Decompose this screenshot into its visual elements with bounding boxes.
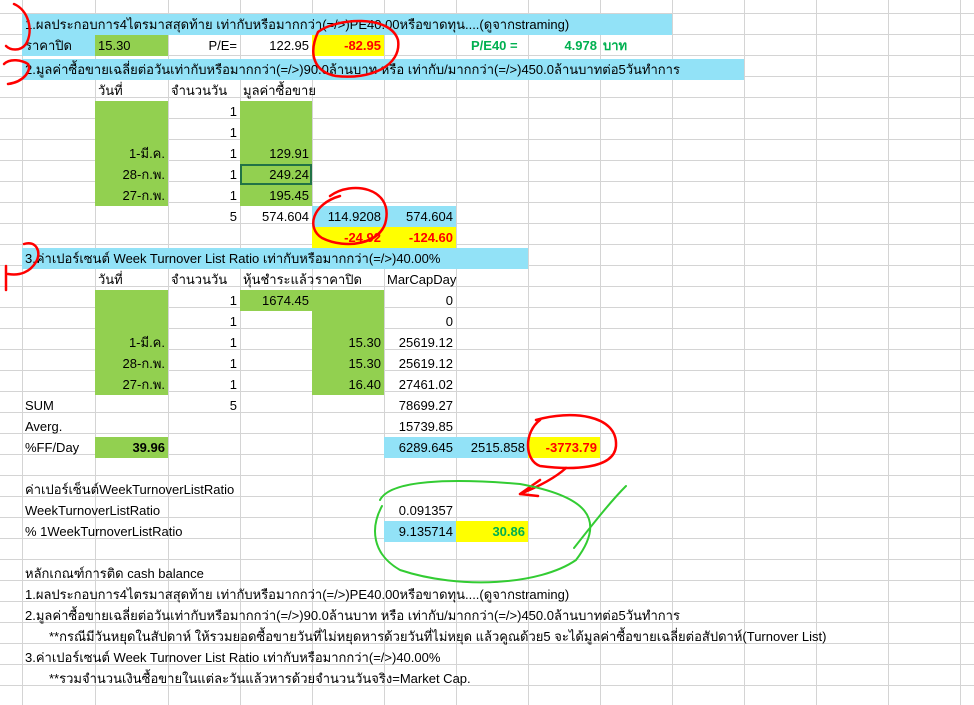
sec3-sum-mcap[interactable]: 78699.27 xyxy=(384,395,456,416)
sec2-col-value[interactable]: มูลค่าซื้อขาย xyxy=(240,80,340,101)
sec2-sum-value[interactable]: 574.604 xyxy=(240,206,312,227)
pe40-unit[interactable]: บาท xyxy=(600,35,672,56)
sec2-row2-value[interactable] xyxy=(240,122,312,143)
sec2-row5-days[interactable]: 1 xyxy=(168,185,240,206)
sec3-row5-date[interactable]: 27-ก.พ. xyxy=(95,374,168,395)
sec2-sum-value2[interactable]: 574.604 xyxy=(384,206,456,227)
criteria-line2[interactable]: 2.มูลค่าซื้อขายเฉลี่ยต่อวันเท่ากับหรือมา… xyxy=(22,605,822,626)
red-arrow xyxy=(518,466,568,498)
pe-diff-value[interactable]: -82.95 xyxy=(312,35,384,56)
pe-label[interactable]: P/E= xyxy=(168,35,240,56)
sec3-row1-close[interactable] xyxy=(312,290,384,311)
sec3-row3-mcap[interactable]: 25619.12 xyxy=(384,332,456,353)
sec3-row5-days[interactable]: 1 xyxy=(168,374,240,395)
sec3-row4-close[interactable]: 15.30 xyxy=(312,353,384,374)
sec2-row5-value[interactable]: 195.45 xyxy=(240,185,312,206)
sec3-row4-date[interactable]: 28-ก.พ. xyxy=(95,353,168,374)
sec3-row5-shares[interactable] xyxy=(240,374,312,395)
sec3-row5-close[interactable]: 16.40 xyxy=(312,374,384,395)
pe40-value[interactable]: 4.978 xyxy=(528,35,600,56)
sec3-avg-mcap[interactable]: 15739.85 xyxy=(384,416,456,437)
sec2-row1-days[interactable]: 1 xyxy=(168,101,240,122)
sec2-row3-value[interactable]: 129.91 xyxy=(240,143,312,164)
criteria-line1[interactable]: 1.ผลประกอบการ4ไตรมาสสุดท้าย เท่ากับหรือม… xyxy=(22,584,722,605)
sec3-col-shares[interactable]: หุ้นชำระแล้ว xyxy=(240,269,314,290)
ratio-value1[interactable]: 0.091357 xyxy=(384,500,456,521)
sec2-row4-date[interactable]: 28-ก.พ. xyxy=(95,164,168,185)
sec3-col-close[interactable]: ราคาปิด xyxy=(312,269,384,290)
sec3-sum-days[interactable]: 5 xyxy=(168,395,240,416)
pe-value[interactable]: 122.95 xyxy=(240,35,312,56)
sec2-row3-date[interactable]: 1-มี.ค. xyxy=(95,143,168,164)
sec2-row1-date[interactable] xyxy=(95,101,168,122)
sec3-ff-v1[interactable]: 6289.645 xyxy=(384,437,456,458)
sec3-row5-mcap[interactable]: 27461.02 xyxy=(384,374,456,395)
sec3-avg-label[interactable]: Averg. xyxy=(22,416,95,437)
sec3-ff-v2[interactable]: 2515.858 xyxy=(456,437,528,458)
sec2-row2-date[interactable] xyxy=(95,122,168,143)
sec2-diff1[interactable]: -24.92 xyxy=(312,227,384,248)
sec3-row1-date[interactable] xyxy=(95,290,168,311)
sec3-row2-date[interactable] xyxy=(95,311,168,332)
sec2-row5-date[interactable]: 27-ก.พ. xyxy=(95,185,168,206)
criteria-note2[interactable]: **กรณีมีวันหยุดในสัปดาห์ ให้รวมยอดซื้อขา… xyxy=(46,626,966,647)
sec3-row4-shares[interactable] xyxy=(240,353,312,374)
sec3-ff-value[interactable]: 39.96 xyxy=(95,437,168,458)
ratio-target[interactable]: 30.86 xyxy=(456,521,528,542)
ratio-label1[interactable]: WeekTurnoverListRatio xyxy=(22,500,222,521)
sec2-row2-days[interactable]: 1 xyxy=(168,122,240,143)
ratio-label2[interactable]: % 1WeekTurnoverListRatio xyxy=(22,521,222,542)
section1-title[interactable]: 1.ผลประกอบการ4ไตรมาสสุดท้าย เท่ากับหรือม… xyxy=(22,14,672,35)
ratio-value2[interactable]: 9.135714 xyxy=(384,521,456,542)
sec3-row1-mcap[interactable]: 0 xyxy=(384,290,456,311)
sec3-row2-close[interactable] xyxy=(312,311,384,332)
sec3-sum-label[interactable]: SUM xyxy=(22,395,95,416)
ratio-header[interactable]: ค่าเปอร์เซ็นต์WeekTurnoverListRatio xyxy=(22,479,322,500)
close-price-label[interactable]: ราคาปิด xyxy=(22,35,95,56)
sec3-row1-shares[interactable]: 1674.45 xyxy=(240,290,312,311)
criteria-note3[interactable]: **รวมจำนวนเงินซื้อขายในแต่ละวันแล้วหารด้… xyxy=(46,668,746,689)
sec3-row4-days[interactable]: 1 xyxy=(168,353,240,374)
sec3-row3-date[interactable]: 1-มี.ค. xyxy=(95,332,168,353)
sec2-row4-days[interactable]: 1 xyxy=(168,164,240,185)
sec3-row1-days[interactable]: 1 xyxy=(168,290,240,311)
sec3-row2-shares[interactable] xyxy=(240,311,312,332)
sec3-ff-label[interactable]: %FF/Day xyxy=(22,437,95,458)
criteria-header[interactable]: หลักเกณฑ์การติด cash balance xyxy=(22,563,322,584)
sec2-row4-value-selected-cell[interactable]: 249.24 xyxy=(240,164,312,185)
sec3-row2-mcap[interactable]: 0 xyxy=(384,311,456,332)
sec2-avg-value[interactable]: 114.9208 xyxy=(312,206,384,227)
close-price-value[interactable]: 15.30 xyxy=(95,35,168,56)
sec3-row3-shares[interactable] xyxy=(240,332,312,353)
section2-title[interactable]: 2.มูลค่าซื้อขายเฉลี่ยต่อวันเท่ากับหรือมา… xyxy=(22,59,744,80)
sec2-diff2[interactable]: -124.60 xyxy=(384,227,456,248)
sec2-col-date[interactable]: วันที่ xyxy=(95,80,168,101)
sec3-row3-close[interactable]: 15.30 xyxy=(312,332,384,353)
sec2-col-days[interactable]: จำนวนวัน xyxy=(168,80,240,101)
sec2-row1-value[interactable] xyxy=(240,101,312,122)
sec3-row4-mcap[interactable]: 25619.12 xyxy=(384,353,456,374)
sec3-row3-days[interactable]: 1 xyxy=(168,332,240,353)
sec3-col-days[interactable]: จำนวนวัน xyxy=(168,269,240,290)
sec3-row2-days[interactable]: 1 xyxy=(168,311,240,332)
sec2-row3-days[interactable]: 1 xyxy=(168,143,240,164)
section3-title[interactable]: 3.ค่าเปอร์เซนต์ Week Turnover List Ratio… xyxy=(22,248,528,269)
sec3-col-mcap[interactable]: MarCapDay xyxy=(384,269,464,290)
sec3-ff-v3[interactable]: -3773.79 xyxy=(528,437,600,458)
criteria-line3[interactable]: 3.ค่าเปอร์เซนต์ Week Turnover List Ratio… xyxy=(22,647,722,668)
sec2-sum-days[interactable]: 5 xyxy=(168,206,240,227)
sec3-col-date[interactable]: วันที่ xyxy=(95,269,168,290)
